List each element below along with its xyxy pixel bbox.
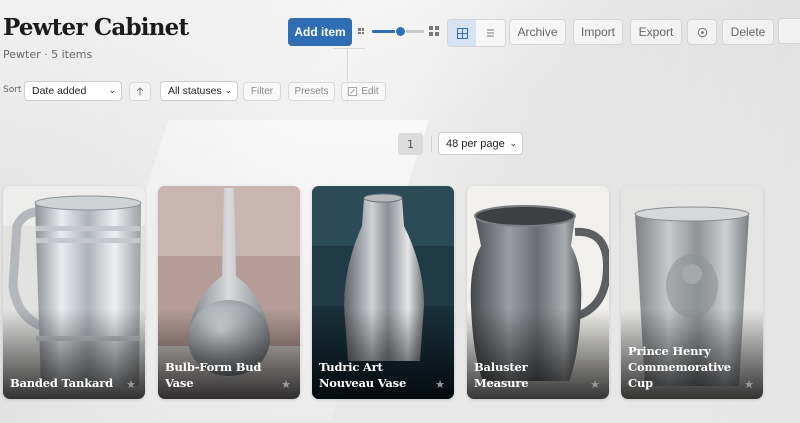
sort-select-value: Date added	[32, 85, 87, 97]
sort-label: Sort	[3, 85, 22, 95]
grid-icon	[456, 27, 468, 39]
arrow-up-icon	[136, 87, 144, 96]
gear-icon	[697, 27, 707, 37]
item-card[interactable]: Bulb-Form Bud Vase ★	[158, 186, 300, 399]
page-number-button[interactable]: 1	[398, 133, 423, 155]
slider-thumb[interactable]	[395, 26, 407, 37]
filter-button[interactable]: Filter	[243, 82, 281, 101]
star-icon[interactable]: ★	[281, 378, 291, 391]
star-icon[interactable]: ★	[744, 378, 754, 391]
star-icon[interactable]: ★	[590, 378, 600, 391]
archive-button[interactable]: Archive	[509, 19, 566, 45]
page-title: Pewter Cabinet	[3, 14, 189, 41]
grid-view-button[interactable]	[448, 20, 476, 46]
pencil-icon	[348, 87, 358, 96]
edit-button[interactable]: Edit	[341, 82, 386, 101]
status-select[interactable]: All statuses ⌄	[160, 81, 238, 101]
delete-button[interactable]: Delete	[722, 19, 774, 45]
star-icon[interactable]: ★	[126, 378, 136, 391]
item-name: Banded Tankard	[10, 376, 113, 390]
item-card[interactable]: Banded Tankard ★	[3, 186, 145, 399]
divider	[431, 136, 432, 152]
overflow-button[interactable]	[778, 18, 800, 44]
item-name: Baluster Measure	[474, 360, 529, 390]
export-button[interactable]: Export	[630, 19, 682, 45]
edit-button-label: Edit	[361, 86, 379, 97]
per-page-select[interactable]: 48 per page ⌄	[438, 132, 523, 155]
large-thumbnails-icon	[429, 26, 439, 36]
star-icon[interactable]: ★	[435, 378, 445, 391]
list-icon	[486, 29, 494, 37]
chevron-down-icon: ⌄	[108, 85, 116, 95]
list-view-button[interactable]	[476, 20, 504, 46]
page-subtitle: Pewter · 5 items	[3, 48, 93, 61]
view-toggle	[447, 19, 506, 47]
chevron-down-icon: ⌄	[224, 85, 232, 95]
item-name: Tudric Art Nouveau Vase	[319, 360, 407, 390]
chevron-down-icon: ⌄	[509, 138, 517, 148]
item-name: Bulb-Form Bud Vase	[165, 360, 262, 390]
small-thumbnails-icon	[358, 28, 364, 34]
settings-button[interactable]	[687, 19, 717, 45]
sort-select[interactable]: Date added ⌄	[24, 81, 122, 101]
status-select-value: All statuses	[168, 85, 222, 97]
sort-direction-button[interactable]	[129, 82, 151, 101]
item-card[interactable]: Tudric Art Nouveau Vase ★	[312, 186, 454, 399]
item-card[interactable]: Baluster Measure ★	[467, 186, 609, 399]
per-page-select-value: 48 per page	[446, 137, 505, 150]
item-card[interactable]: Prince Henry Commemorative Cup ★	[621, 186, 763, 399]
item-name: Prince Henry Commemorative Cup	[628, 344, 731, 390]
add-item-button[interactable]: Add item	[288, 18, 352, 46]
import-button[interactable]: Import	[573, 19, 623, 45]
divider	[333, 48, 365, 49]
presets-button[interactable]: Presets	[288, 82, 335, 101]
thumbnail-size-slider[interactable]	[372, 26, 424, 37]
